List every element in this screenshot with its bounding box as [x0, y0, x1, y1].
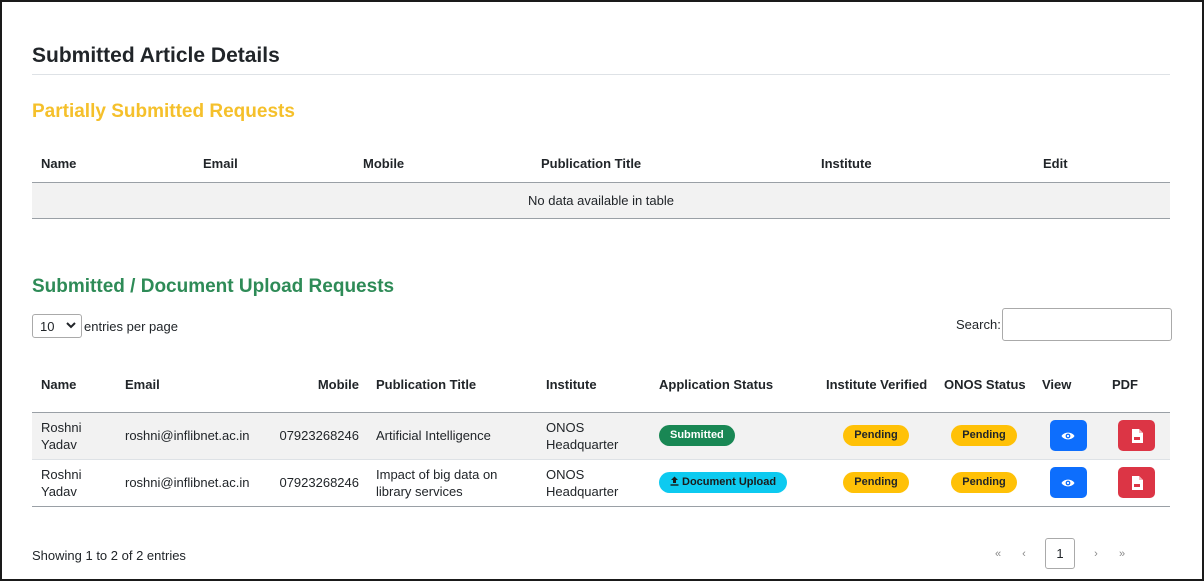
pagination: « ‹ 1 › »: [985, 537, 1135, 570]
partial-requests-heading: Partially Submitted Requests: [32, 101, 295, 122]
eye-icon: [1061, 432, 1075, 439]
application-status-badge: Submitted: [659, 425, 735, 446]
cell-publication-title: Impact of big data on library services: [367, 459, 537, 507]
entries-per-page-control: 10 entries per page: [32, 314, 178, 338]
column-header-name[interactable]: Name: [32, 358, 116, 413]
column-header-publication-title[interactable]: Publication Title: [532, 146, 812, 183]
submitted-requests-table: Name Email Mobile Publication Title Inst…: [32, 358, 1170, 507]
eye-icon: [1061, 479, 1075, 486]
pagination-last[interactable]: »: [1109, 548, 1135, 560]
column-header-edit[interactable]: Edit: [1034, 146, 1170, 183]
cell-view: [1033, 412, 1103, 460]
pagination-previous[interactable]: ‹: [1011, 548, 1037, 560]
cell-mobile: 07923268246: [267, 412, 367, 460]
application-status-text: Document Upload: [682, 476, 777, 488]
institute-verified-badge: Pending: [843, 425, 909, 446]
entries-per-page-label: entries per page: [84, 318, 178, 334]
entries-select-value: 10: [40, 318, 55, 334]
column-header-email[interactable]: Email: [194, 146, 354, 183]
partial-requests-table: Name Email Mobile Publication Title Inst…: [32, 146, 1170, 219]
pagination-next[interactable]: ›: [1083, 548, 1109, 560]
table-info-text: Showing 1 to 2 of 2 entries: [32, 548, 186, 563]
entries-per-page-select[interactable]: 10: [32, 314, 82, 338]
search-input[interactable]: [1001, 308, 1172, 341]
cell-email: roshni@inflibnet.ac.in: [116, 459, 267, 507]
column-header-institute[interactable]: Institute: [537, 358, 650, 413]
search-label: Search:: [956, 317, 1001, 332]
submitted-requests-heading: Submitted / Document Upload Requests: [32, 276, 395, 297]
page-title: Submitted Article Details: [32, 44, 280, 67]
cell-onos-status: Pending: [935, 459, 1033, 507]
application-status-badge: Document Upload: [659, 472, 788, 493]
cell-institute: ONOS Headquarter: [537, 459, 650, 507]
chevron-down-icon: [66, 321, 76, 332]
pagination-first[interactable]: «: [985, 548, 1011, 560]
cell-pdf: [1103, 459, 1170, 507]
view-button[interactable]: [1049, 420, 1087, 451]
search-control: Search:: [956, 308, 1172, 341]
column-header-pdf[interactable]: PDF: [1103, 358, 1170, 413]
table-row: Roshni Yadav roshni@inflibnet.ac.in 0792…: [32, 459, 1170, 507]
cell-institute: ONOS Headquarter: [537, 412, 650, 460]
column-header-view[interactable]: View: [1033, 358, 1103, 413]
onos-status-badge: Pending: [951, 425, 1017, 446]
column-header-publication-title[interactable]: Publication Title: [367, 358, 537, 413]
cell-application-status: Document Upload: [650, 459, 817, 507]
column-header-mobile[interactable]: Mobile: [354, 146, 532, 183]
pdf-button[interactable]: [1118, 467, 1155, 498]
title-divider: [32, 74, 1170, 75]
cell-view: [1033, 459, 1103, 507]
pdf-file-icon: [1131, 475, 1143, 490]
column-header-institute-verified[interactable]: Institute Verified: [817, 358, 935, 413]
column-header-application-status[interactable]: Application Status: [650, 358, 817, 413]
cell-pdf: [1103, 412, 1170, 460]
pdf-button[interactable]: [1118, 420, 1155, 451]
table-row: Roshni Yadav roshni@inflibnet.ac.in 0792…: [32, 412, 1170, 460]
cell-institute-verified: Pending: [817, 459, 935, 507]
view-button[interactable]: [1049, 467, 1087, 498]
cell-onos-status: Pending: [935, 412, 1033, 460]
cell-email: roshni@inflibnet.ac.in: [116, 412, 267, 460]
pagination-current-page[interactable]: 1: [1045, 538, 1075, 569]
onos-status-badge: Pending: [951, 472, 1017, 493]
cell-publication-title: Artificial Intelligence: [367, 412, 537, 460]
cell-institute-verified: Pending: [817, 412, 935, 460]
column-header-name[interactable]: Name: [32, 146, 194, 183]
cell-name: Roshni Yadav: [32, 459, 116, 507]
column-header-email[interactable]: Email: [116, 358, 267, 413]
column-header-institute[interactable]: Institute: [812, 146, 1034, 183]
column-header-mobile[interactable]: Mobile: [267, 358, 367, 413]
cell-mobile: 07923268246: [267, 459, 367, 507]
upload-icon: [670, 476, 679, 486]
empty-table-message: No data available in table: [32, 182, 1170, 219]
institute-verified-badge: Pending: [843, 472, 909, 493]
pdf-file-icon: [1131, 428, 1143, 443]
column-header-onos-status[interactable]: ONOS Status: [935, 358, 1033, 413]
cell-application-status: Submitted: [650, 412, 817, 460]
cell-name: Roshni Yadav: [32, 412, 116, 460]
